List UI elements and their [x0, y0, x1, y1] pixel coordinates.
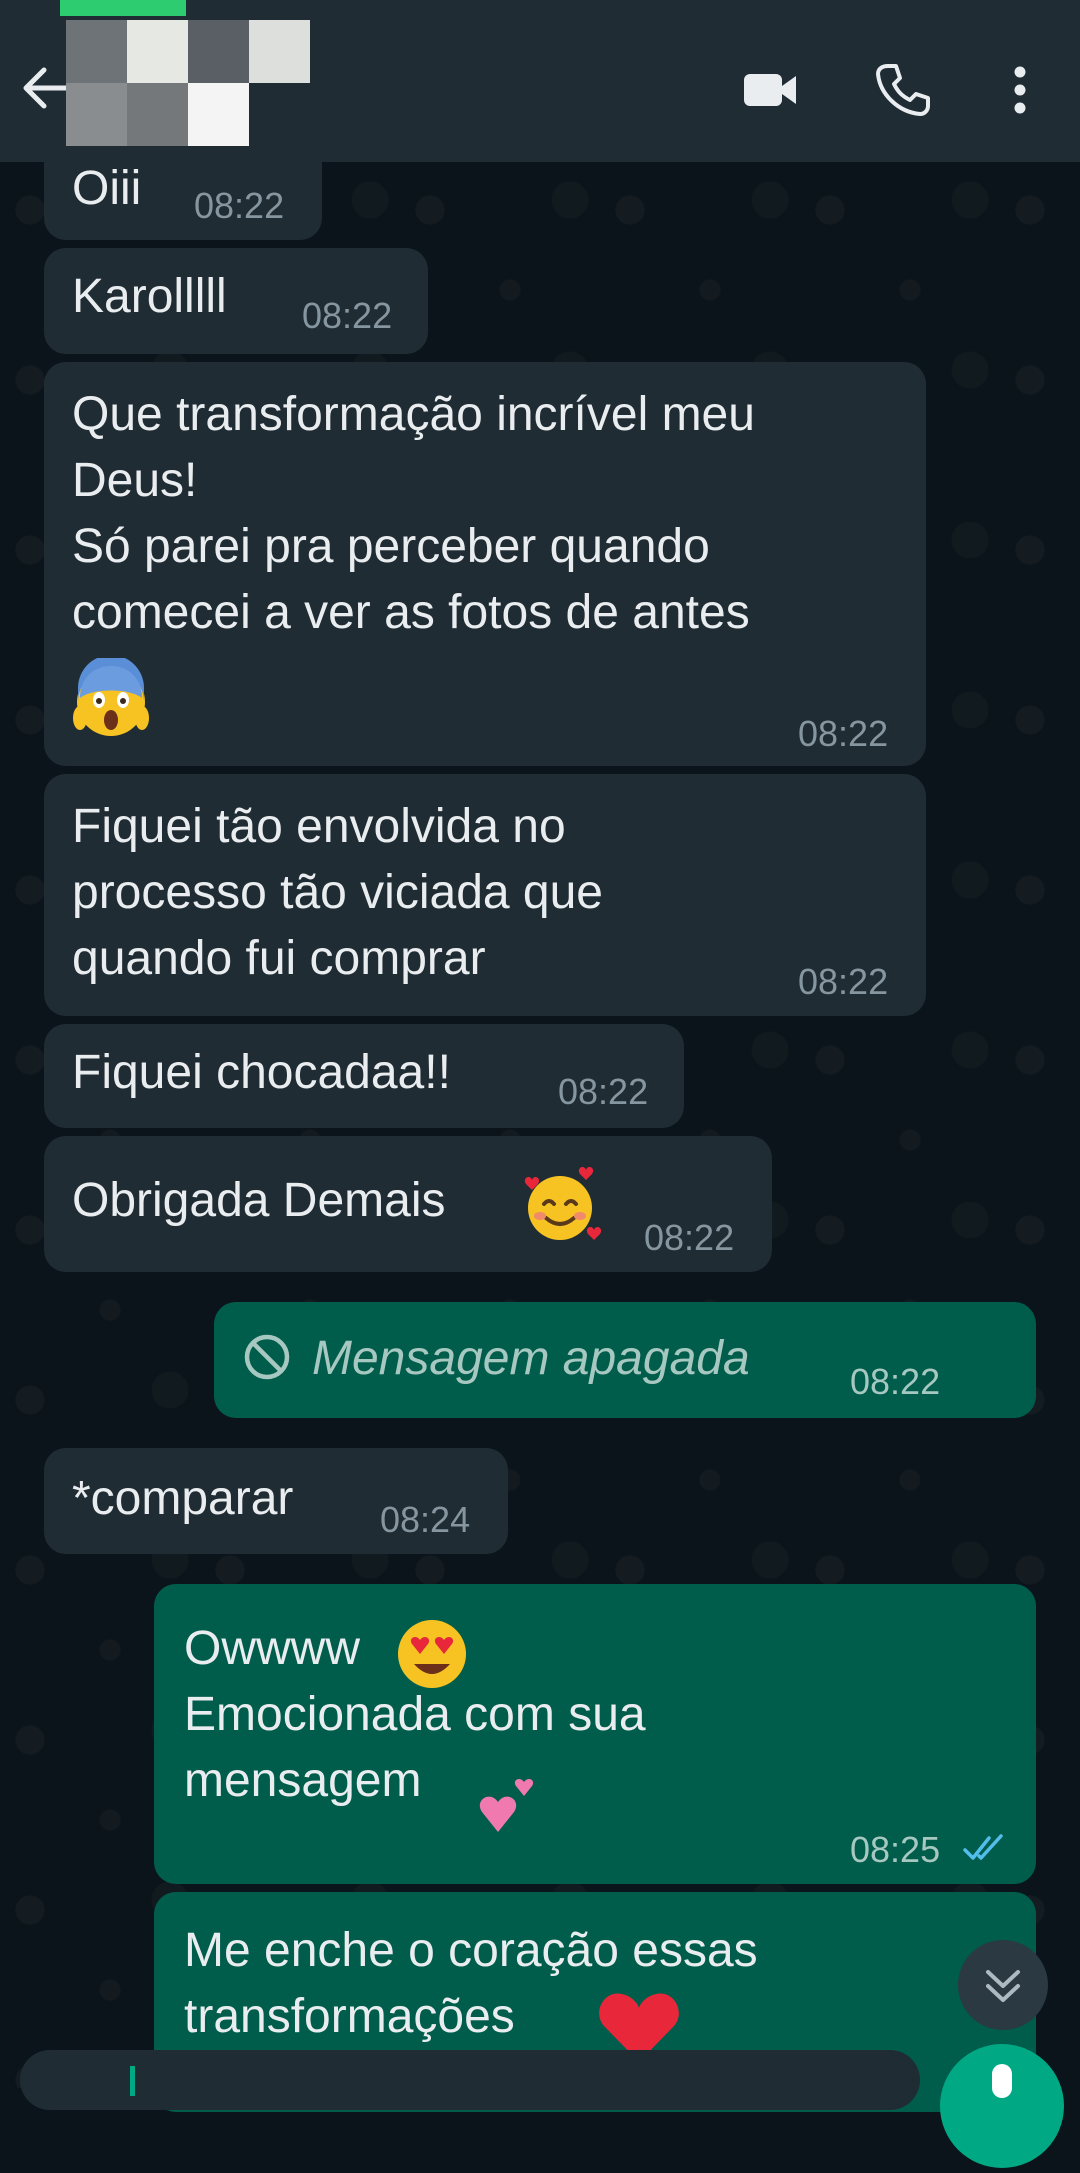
deleted-prohibited-icon: [244, 1334, 290, 1380]
message-line: comecei a ver as fotos de antes: [72, 586, 750, 639]
message-time: 08:22: [798, 713, 889, 754]
message-line: mensagem: [184, 1754, 422, 1807]
microphone-icon: [992, 2064, 1012, 2098]
message-time: 08:22: [194, 185, 285, 226]
outgoing-deleted-message[interactable]: Mensagem apagada 08:22: [214, 1302, 1036, 1418]
double-chevron-down-icon: [986, 1970, 1020, 2002]
phone-icon: [876, 64, 930, 116]
message-line: Emocionada com sua: [184, 1688, 646, 1741]
message-line: Deus!: [72, 454, 198, 507]
message-line: Que transformação incrível meu: [72, 388, 755, 441]
status-strip: [60, 0, 186, 16]
incoming-message[interactable]: Fiquei chocadaa!! 08:22: [44, 1024, 684, 1128]
message-line: Fiquei tão envolvida no: [72, 800, 566, 853]
message-text: Obrigada Demais: [72, 1174, 446, 1227]
message-line: Me enche o coração essas: [184, 1924, 758, 1977]
incoming-message[interactable]: Obrigada Demais 08:22: [44, 1136, 772, 1272]
message-line: Owwww: [184, 1622, 360, 1675]
video-call-button[interactable]: [738, 58, 802, 122]
incoming-message[interactable]: Que transformação incrível meu Deus! Só …: [44, 362, 926, 766]
outgoing-message[interactable]: Owwww Emocionada com sua mensagem 08:25: [154, 1584, 1036, 1884]
chat-header: [0, 0, 1080, 162]
message-text: *comparar: [72, 1472, 294, 1525]
message-time: 08:25: [850, 1829, 941, 1870]
text-cursor: [130, 2066, 135, 2096]
message-time: 08:24: [380, 1499, 471, 1540]
message-time: 08:22: [644, 1217, 735, 1258]
vertical-dots-icon: [1014, 66, 1026, 114]
more-options-button[interactable]: [990, 58, 1050, 122]
video-camera-icon: [744, 74, 796, 106]
message-text: Oiii: [72, 162, 142, 215]
two-hearts-emoji: [479, 1779, 534, 1832]
message-line: quando fui comprar: [72, 932, 486, 985]
message-time: 08:22: [302, 295, 393, 336]
message-line: transformações: [184, 1990, 515, 2043]
message-line: processo tão viciada que: [72, 866, 603, 919]
message-time: 08:22: [850, 1361, 941, 1402]
incoming-message[interactable]: Karolllll 08:22: [44, 248, 428, 354]
contact-avatar[interactable]: [66, 20, 310, 146]
incoming-message[interactable]: *comparar 08:24: [44, 1448, 508, 1554]
voice-call-button[interactable]: [870, 58, 934, 122]
message-text: Mensagem apagada: [312, 1332, 750, 1385]
message-time: 08:22: [798, 961, 889, 1002]
message-time: 08:22: [558, 1071, 649, 1112]
message-line: Só parei pra perceber quando: [72, 520, 710, 573]
incoming-message[interactable]: Fiquei tão envolvida no processo tão vic…: [44, 774, 926, 1016]
smiling-face-with-hearts-emoji: [524, 1167, 602, 1240]
message-input-field[interactable]: [20, 2050, 920, 2110]
voice-message-button[interactable]: [940, 2044, 1064, 2168]
screaming-face-emoji: [73, 658, 149, 736]
message-text: Karolllll: [72, 270, 227, 323]
message-text: Fiquei chocadaa!!: [72, 1046, 451, 1099]
double-check-icon: [963, 1834, 1003, 1860]
scroll-to-bottom-button[interactable]: [958, 1940, 1048, 2030]
